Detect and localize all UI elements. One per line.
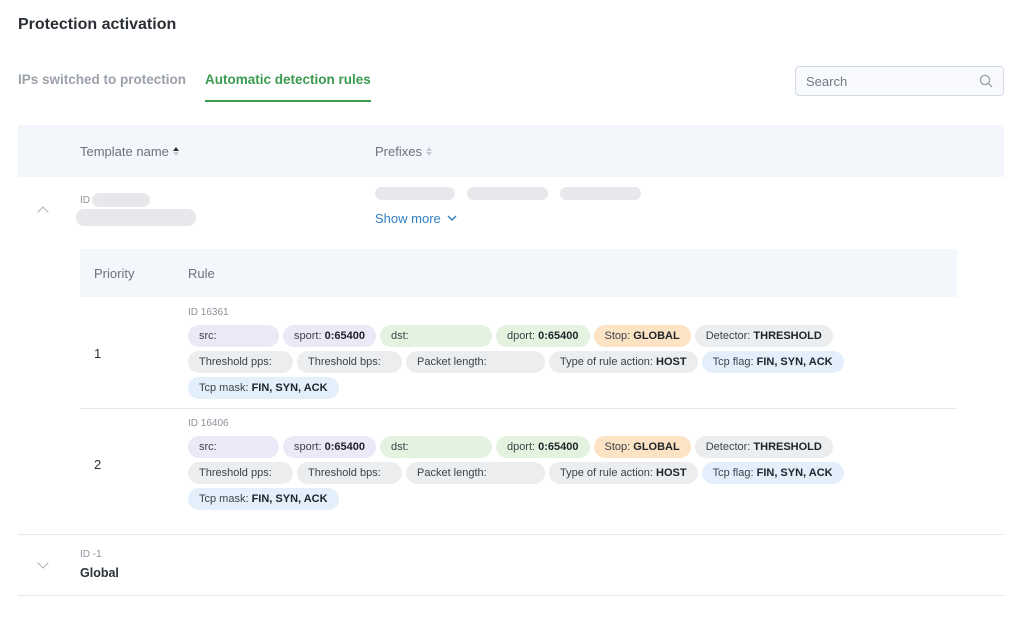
row-divider <box>18 534 1004 535</box>
show-more-label: Show more <box>375 211 441 226</box>
rule-id: ID 16361 <box>188 307 229 318</box>
sport-chip: sport: 0:65400 <box>283 436 376 458</box>
rule-priority: 1 <box>94 346 102 361</box>
column-header-priority: Priority <box>94 266 135 281</box>
column-header-rule: Rule <box>188 266 215 281</box>
threshold-pps-chip: Threshold pps: <box>188 462 293 484</box>
tcp-flag-chip: Tcp flag: FIN, SYN, ACK <box>701 351 844 373</box>
rules-subtable-header: Priority Rule <box>80 249 957 297</box>
sport-chip: sport: 0:65400 <box>283 325 376 347</box>
dst-chip: dst: <box>379 436 492 458</box>
sort-ascending-icon[interactable] <box>172 147 179 156</box>
dport-chip: dport: 0:65400 <box>495 436 590 458</box>
rule-id: ID 16406 <box>188 418 229 429</box>
threshold-bps-chip: Threshold bps: <box>297 462 402 484</box>
src-chip: src: <box>188 436 279 458</box>
collapse-chevron-icon[interactable] <box>37 206 49 218</box>
tcp-mask-chip: Tcp mask: FIN, SYN, ACK <box>188 377 339 399</box>
chip-line: Threshold pps: Threshold bps: Packet len… <box>188 351 844 373</box>
chip-line: Threshold pps: Threshold bps: Packet len… <box>188 462 844 484</box>
tab-bar: IPs switched to protection Automatic det… <box>18 72 371 102</box>
row-divider <box>18 595 1004 596</box>
table-header: Template name Prefixes <box>18 125 1004 177</box>
threshold-pps-chip: Threshold pps: <box>188 351 293 373</box>
chip-line: src: sport: 0:65400 dst: dport: 0:65400 … <box>188 436 833 458</box>
tcp-mask-chip: Tcp mask: FIN, SYN, ACK <box>188 488 339 510</box>
chip-line: src: sport: 0:65400 dst: dport: 0:65400 … <box>188 325 833 347</box>
rule-action-chip: Type of rule action: HOST <box>549 351 698 373</box>
dport-chip: dport: 0:65400 <box>495 325 590 347</box>
packet-length-chip: Packet length: <box>406 351 545 373</box>
detector-chip: Detector: THRESHOLD <box>694 325 833 347</box>
redacted-template-name <box>76 209 196 226</box>
tab-automatic-detection-rules[interactable]: Automatic detection rules <box>205 72 371 102</box>
rule-priority: 2 <box>94 457 102 472</box>
column-label-prefixes: Prefixes <box>375 144 422 159</box>
search-box <box>795 66 1004 96</box>
chip-line: Tcp mask: FIN, SYN, ACK <box>188 488 339 510</box>
redacted-template-id <box>92 193 150 207</box>
column-header-prefixes[interactable]: Prefixes <box>375 144 432 159</box>
redacted-prefix <box>467 187 548 200</box>
rule-row: 1 ID 16361 src: sport: 0:65400 dst: dpor… <box>80 297 957 408</box>
template-id-label: ID -1 <box>80 549 102 560</box>
page-title: Protection activation <box>18 16 177 33</box>
tab-ips-switched-to-protection[interactable]: IPs switched to protection <box>18 72 186 102</box>
src-chip: src: <box>188 325 279 347</box>
rule-row: 2 ID 16406 src: sport: 0:65400 dst: dpor… <box>80 408 957 520</box>
sort-icon[interactable] <box>425 147 432 156</box>
search-icon[interactable] <box>979 74 993 93</box>
column-label-template-name: Template name <box>80 144 169 159</box>
template-name: Global <box>80 566 119 580</box>
chip-line: Tcp mask: FIN, SYN, ACK <box>188 377 339 399</box>
search-input[interactable] <box>796 67 966 95</box>
threshold-bps-chip: Threshold bps: <box>297 351 402 373</box>
expand-chevron-icon[interactable] <box>37 557 49 569</box>
show-more-link[interactable]: Show more <box>375 211 457 226</box>
column-header-template-name[interactable]: Template name <box>80 144 179 159</box>
template-id-label: ID <box>80 195 90 206</box>
tcp-flag-chip: Tcp flag: FIN, SYN, ACK <box>701 462 844 484</box>
dst-chip: dst: <box>379 325 492 347</box>
detector-chip: Detector: THRESHOLD <box>694 436 833 458</box>
stop-chip: Stop: GLOBAL <box>593 436 691 458</box>
chevron-down-icon <box>447 215 457 221</box>
packet-length-chip: Packet length: <box>406 462 545 484</box>
redacted-prefix <box>560 187 641 200</box>
rule-action-chip: Type of rule action: HOST <box>549 462 698 484</box>
redacted-prefix <box>375 187 455 200</box>
stop-chip: Stop: GLOBAL <box>593 325 691 347</box>
